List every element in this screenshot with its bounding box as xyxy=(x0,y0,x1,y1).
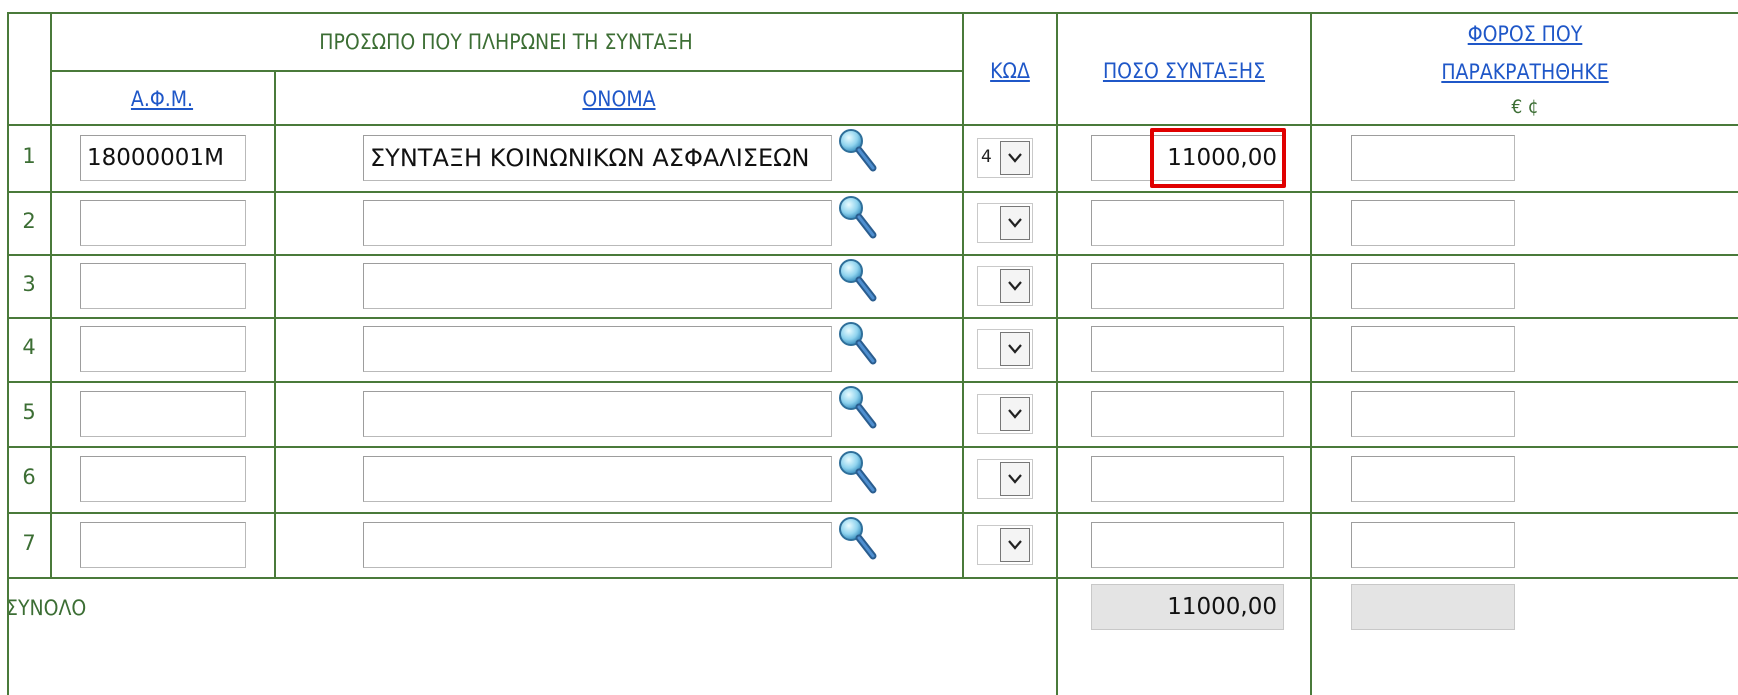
amount-input[interactable] xyxy=(1091,263,1284,309)
amount-column-link[interactable]: ΠΟΣΟ ΣΥΝΤΑΞΗΣ xyxy=(1071,59,1298,83)
name-input[interactable] xyxy=(363,456,832,502)
tax-input[interactable] xyxy=(1351,263,1515,309)
grid-line xyxy=(274,70,276,577)
chevron-down-icon[interactable] xyxy=(1000,206,1030,240)
afm-input[interactable] xyxy=(80,456,246,502)
magnifier-icon[interactable] xyxy=(836,126,878,174)
tax-input[interactable] xyxy=(1351,391,1515,437)
code-column-link[interactable]: ΚΩΔ xyxy=(969,59,1052,83)
code-select[interactable] xyxy=(977,525,1033,565)
row-number: 4 xyxy=(22,335,36,359)
total-tax-field xyxy=(1351,584,1515,630)
name-column-link[interactable]: ΟΝΟΜΑ xyxy=(310,87,927,111)
chevron-down-icon[interactable] xyxy=(1000,528,1030,562)
chevron-down-icon[interactable] xyxy=(1000,141,1030,175)
magnifier-icon[interactable] xyxy=(836,193,878,241)
code-select[interactable] xyxy=(977,203,1033,243)
afm-input[interactable] xyxy=(80,522,246,568)
magnifier-icon[interactable] xyxy=(836,383,878,431)
grid-line xyxy=(50,70,964,72)
afm-column-link[interactable]: Α.Φ.Μ. xyxy=(61,87,263,111)
name-input[interactable] xyxy=(363,200,832,246)
grid-line xyxy=(962,12,964,577)
code-select[interactable] xyxy=(977,394,1033,434)
name-input[interactable] xyxy=(363,326,832,372)
row-number: 1 xyxy=(22,144,36,168)
chevron-down-icon[interactable] xyxy=(1000,269,1030,303)
grid-line xyxy=(7,124,1738,126)
row-number: 5 xyxy=(22,400,36,424)
payer-group-header: ΠΡΟΣΩΠΟ ΠΟΥ ΠΛΗΡΩΝΕΙ ΤΗ ΣΥΝΤΑΞΗ xyxy=(319,30,693,54)
grid-line xyxy=(7,381,1738,383)
afm-input[interactable] xyxy=(80,200,246,246)
tax-input[interactable] xyxy=(1351,326,1515,372)
row-number: 2 xyxy=(22,209,36,233)
row-number: 6 xyxy=(22,465,36,489)
amount-input[interactable] xyxy=(1091,522,1284,568)
code-select[interactable] xyxy=(977,329,1033,369)
tax-column-link-line2[interactable]: ΠΑΡΑΚΡΑΤΗΘΗΚΕ xyxy=(1333,60,1716,84)
afm-input[interactable] xyxy=(80,263,246,309)
amount-input[interactable] xyxy=(1091,200,1284,246)
tax-input[interactable] xyxy=(1351,135,1515,181)
grid-line xyxy=(50,12,52,577)
grid-line xyxy=(1056,12,1058,695)
row-number: 7 xyxy=(22,531,36,555)
grid-line xyxy=(7,12,9,695)
magnifier-icon[interactable] xyxy=(836,319,878,367)
tax-column-link-line1[interactable]: ΦΟΡΟΣ ΠΟΥ xyxy=(1333,22,1716,46)
tax-input[interactable] xyxy=(1351,456,1515,502)
code-select-value: 4 xyxy=(981,147,992,167)
pension-payer-table: ΠΡΟΣΩΠΟ ΠΟΥ ΠΛΗΡΩΝΕΙ ΤΗ ΣΥΝΤΑΞΗ Α.Φ.Μ. Ο… xyxy=(0,0,1738,695)
magnifier-icon[interactable] xyxy=(836,448,878,496)
row-number: 3 xyxy=(22,272,36,296)
name-input[interactable] xyxy=(363,263,832,309)
grid-line xyxy=(7,577,1738,579)
tax-input[interactable] xyxy=(1351,200,1515,246)
amount-input[interactable] xyxy=(1091,326,1284,372)
grid-line xyxy=(7,191,1738,193)
name-input[interactable] xyxy=(363,391,832,437)
total-label: ΣΥΝΟΛΟ xyxy=(6,596,87,620)
code-select[interactable]: 4 xyxy=(977,138,1033,178)
grid-line xyxy=(7,12,1738,14)
chevron-down-icon[interactable] xyxy=(1000,397,1030,431)
tax-input[interactable] xyxy=(1351,522,1515,568)
magnifier-icon[interactable] xyxy=(836,256,878,304)
chevron-down-icon[interactable] xyxy=(1000,332,1030,366)
name-input[interactable]: ΣΥΝΤΑΞΗ ΚΟΙΝΩΝΙΚΩΝ ΑΣΦΑΛΙΣΕΩΝ xyxy=(363,135,832,181)
grid-line xyxy=(7,446,1738,448)
chevron-down-icon[interactable] xyxy=(1000,462,1030,496)
total-amount-field: 11000,00 xyxy=(1091,584,1284,630)
code-select[interactable] xyxy=(977,266,1033,306)
grid-line xyxy=(7,512,1738,514)
grid-line xyxy=(1310,12,1312,695)
grid-line xyxy=(7,317,1738,319)
name-input[interactable] xyxy=(363,522,832,568)
amount-input[interactable] xyxy=(1091,456,1284,502)
grid-line xyxy=(7,254,1738,256)
magnifier-icon[interactable] xyxy=(836,514,878,562)
amount-input[interactable] xyxy=(1091,391,1284,437)
afm-input[interactable] xyxy=(80,391,246,437)
code-select[interactable] xyxy=(977,459,1033,499)
tax-units-label: € ¢ xyxy=(1511,96,1539,118)
afm-input[interactable] xyxy=(80,326,246,372)
amount-highlight-box xyxy=(1150,128,1286,188)
afm-input[interactable]: 18000001Μ xyxy=(80,135,246,181)
